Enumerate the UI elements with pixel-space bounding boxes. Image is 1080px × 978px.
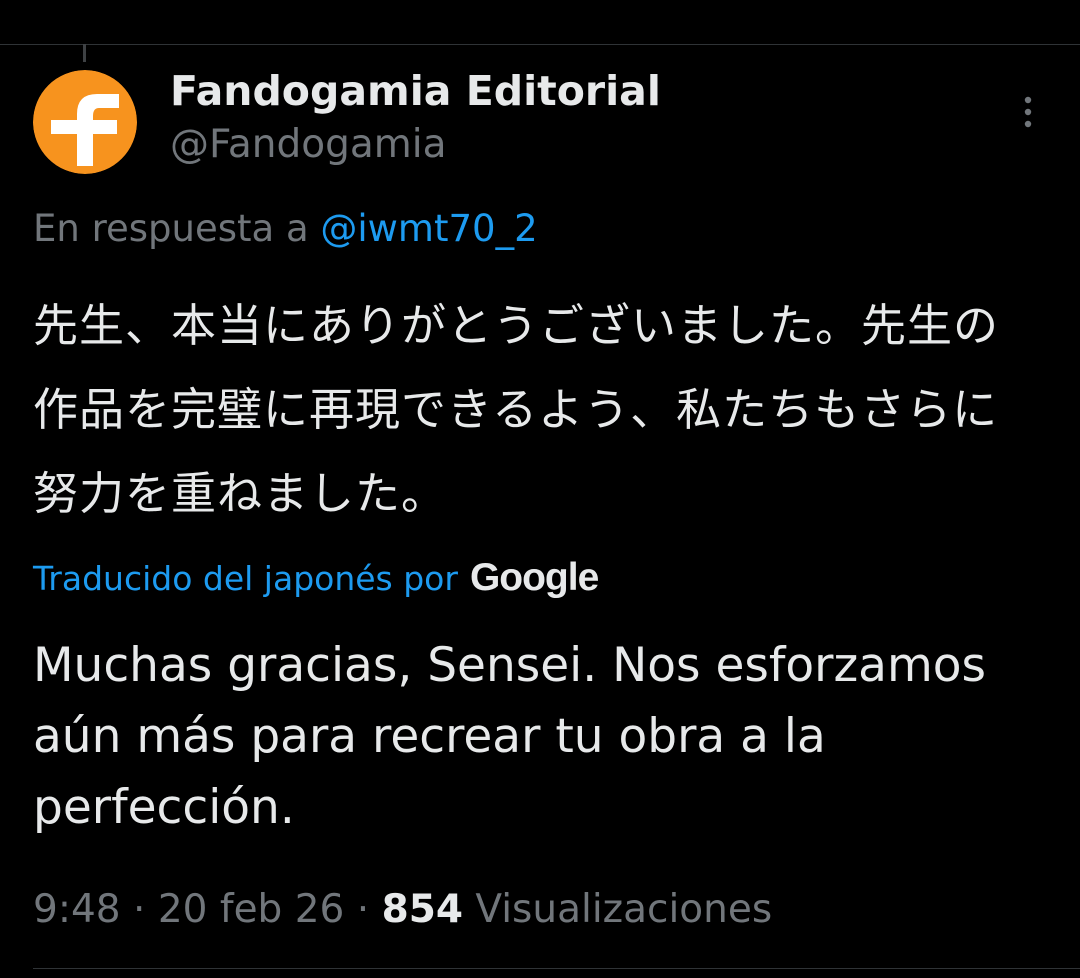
thread-connector-line — [83, 44, 86, 62]
author-display-name[interactable]: Fandogamia Editorial — [170, 66, 661, 116]
views-count: 854 — [381, 887, 463, 932]
views-label: Visualizaciones — [475, 887, 773, 932]
google-logo: Google — [469, 556, 599, 599]
translation-attribution: Traducido del japonés por Google — [33, 555, 599, 601]
translated-from-link[interactable]: Traducido del japonés por — [33, 559, 458, 598]
tweet-metadata: 9:48 · 20 feb 26 · 854 Visualizaciones — [33, 882, 772, 938]
meta-separator: · — [356, 887, 370, 932]
reply-prefix: En respuesta a — [33, 207, 309, 250]
fandogamia-logo-icon — [33, 70, 137, 174]
translated-text: Muchas gracias, Sensei. Nos esforzamos a… — [33, 638, 986, 835]
tweet-date[interactable]: 20 feb 26 — [158, 887, 345, 932]
tweet-time[interactable]: 9:48 — [33, 887, 121, 932]
more-options-button[interactable] — [1006, 90, 1050, 134]
author-handle[interactable]: @Fandogamia — [170, 121, 446, 169]
meta-separator: · — [133, 887, 146, 932]
bottom-divider — [33, 968, 1080, 969]
more-vertical-icon — [1024, 96, 1032, 128]
top-divider — [0, 44, 1080, 45]
tweet-text: 先生、本当にありがとうございました。先生の作品を完璧に再現できるよう、私たちもさ… — [33, 299, 1000, 520]
avatar[interactable] — [33, 70, 137, 174]
reply-context: En respuesta a @iwmt70_2 — [33, 206, 538, 252]
reply-mention-link[interactable]: @iwmt70_2 — [320, 207, 537, 250]
